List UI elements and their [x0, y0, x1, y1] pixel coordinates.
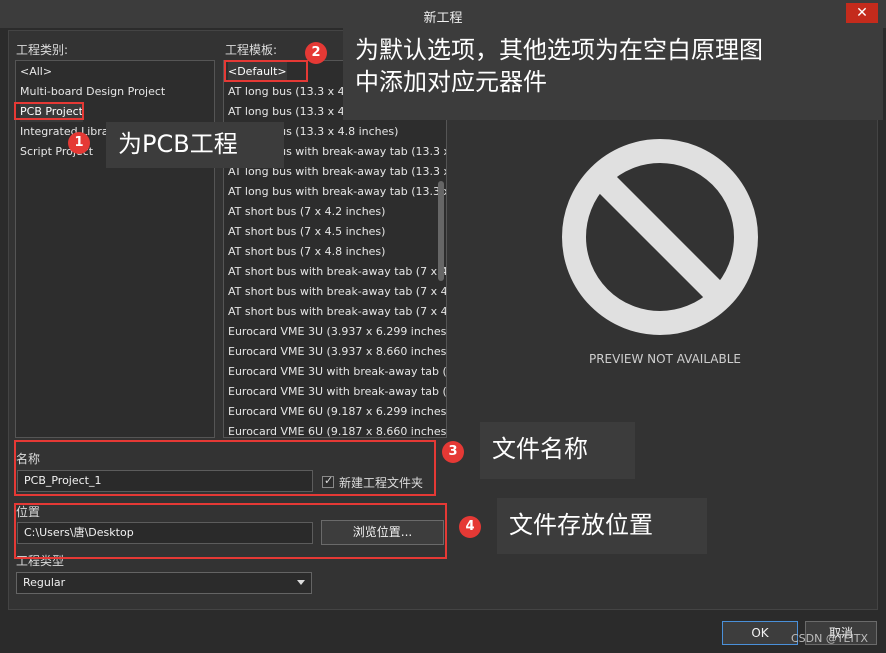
highlight-name-section [14, 440, 436, 496]
annotation-badge-1: 1 [68, 132, 90, 154]
annotation-callout-2-line2: 中添加对应元器件 [355, 68, 547, 96]
annotation-callout-2-line1: 为默认选项，其他选项为在空白原理图 [355, 36, 763, 64]
template-item[interactable]: Eurocard VME 3U with break-away tab (3 [228, 382, 446, 402]
template-item[interactable]: AT short bus (7 x 4.2 inches) [228, 202, 385, 222]
ok-button[interactable]: OK [722, 621, 798, 645]
template-item[interactable]: Eurocard VME 3U (3.937 x 8.660 inches) [228, 342, 446, 362]
project-kind-select[interactable]: Regular [16, 572, 312, 594]
highlight-default-template [224, 60, 308, 82]
chevron-down-icon [297, 580, 305, 585]
template-item[interactable]: AT long bus with break-away tab (13.3 x [228, 182, 446, 202]
project-types-label: 工程类别: [16, 43, 69, 57]
highlight-pcb-project [14, 102, 84, 120]
templates-label: 工程模板: [225, 43, 278, 57]
templates-scrollbar[interactable] [438, 181, 444, 281]
no-preview-icon [562, 139, 758, 335]
project-kind-value: Regular [23, 576, 66, 589]
annotation-badge-2: 2 [305, 42, 327, 64]
annotation-callout-4: 文件存放位置 [497, 498, 707, 554]
template-item[interactable]: AT short bus with break-away tab (7 x 4 [228, 282, 446, 302]
template-item[interactable]: AT short bus (7 x 4.5 inches) [228, 222, 385, 242]
preview-status-text: PREVIEW NOT AVAILABLE [588, 352, 742, 366]
annotation-badge-4: 4 [459, 516, 481, 538]
annotation-callout-1: 为PCB工程 [106, 122, 284, 168]
template-item[interactable]: Eurocard VME 3U (3.937 x 6.299 inches) [228, 322, 446, 342]
annotation-callout-3: 文件名称 [480, 422, 635, 479]
annotation-badge-3: 3 [442, 441, 464, 463]
template-item[interactable]: Eurocard VME 6U (9.187 x 8.660 inches) [228, 422, 446, 437]
title-bar: 新工程 ✕ [0, 0, 886, 28]
annotation-callout-2: 为默认选项，其他选项为在空白原理图 中添加对应元器件 [343, 26, 883, 120]
template-item[interactable]: Eurocard VME 6U (9.187 x 6.299 inches) [228, 402, 446, 422]
project-type-item[interactable]: Multi-board Design Project [20, 82, 165, 102]
template-item[interactable]: AT short bus with break-away tab (7 x 4 [228, 302, 446, 322]
highlight-location-section [14, 503, 447, 559]
window-title: 新工程 [423, 11, 463, 26]
project-type-item[interactable]: <All> [20, 62, 52, 82]
watermark: CSDN @TEITX [790, 632, 868, 645]
template-item[interactable]: AT short bus with break-away tab (7 x 4 [228, 262, 446, 282]
close-button[interactable]: ✕ [846, 3, 878, 23]
template-item[interactable]: AT short bus (7 x 4.8 inches) [228, 242, 385, 262]
template-item[interactable]: Eurocard VME 3U with break-away tab (3 [228, 362, 446, 382]
